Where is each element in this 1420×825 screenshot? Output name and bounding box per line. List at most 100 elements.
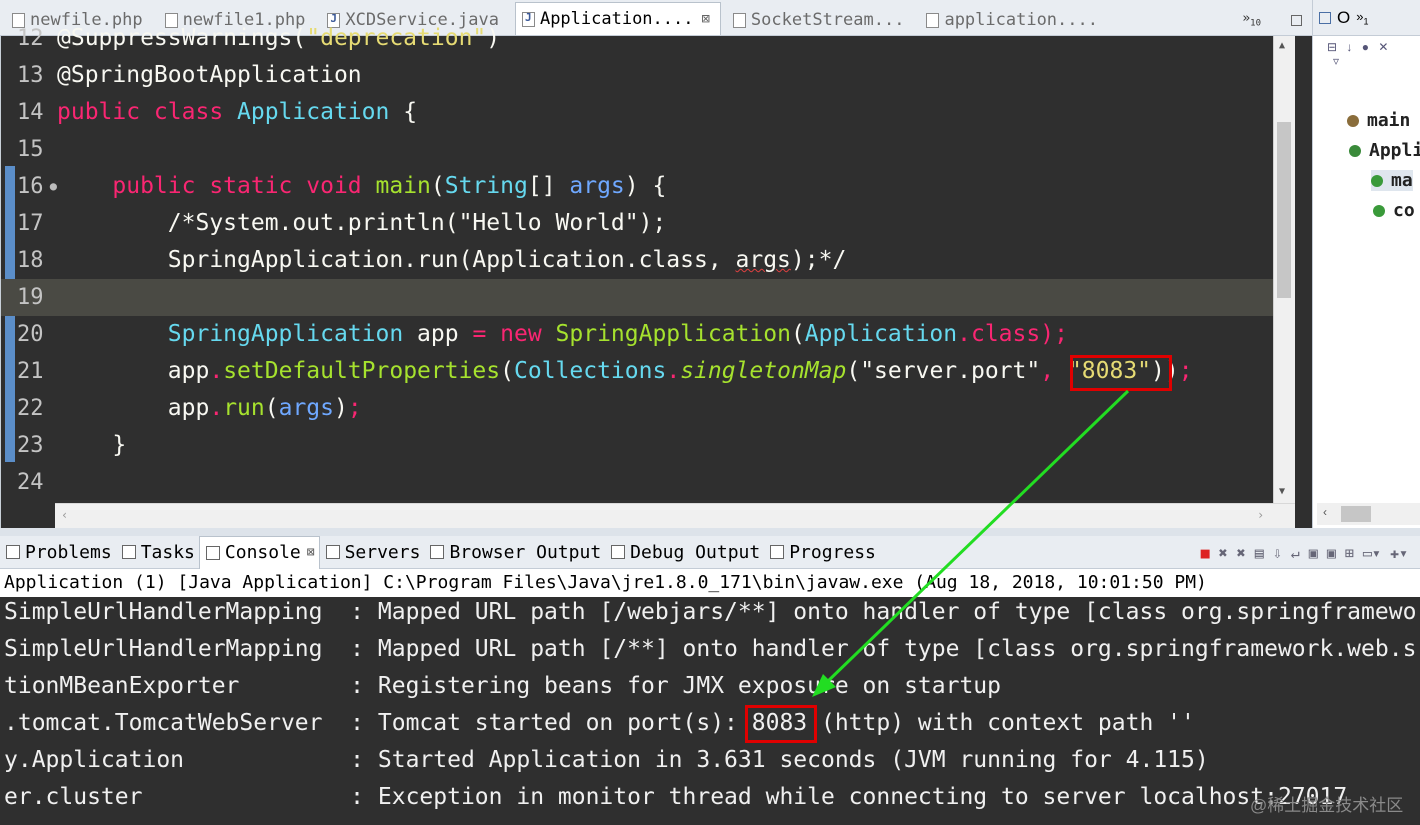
code-area[interactable]: 12 @SuppressWarnings("deprecation") 13 @Spr… bbox=[1, 20, 1273, 501]
code-token: . bbox=[209, 395, 224, 421]
code-line[interactable]: 17 /*System.out.println("Hello World"); bbox=[1, 205, 1273, 242]
view-menu-icon[interactable]: ▿ bbox=[1333, 54, 1339, 68]
outline-toolbar: ⊟ ↓ ● ✕ ▿ bbox=[1327, 40, 1417, 68]
code-line[interactable]: 18 SpringApplication.run(Application.cla… bbox=[1, 242, 1273, 279]
code-line[interactable]: 16 ● public static void main(String[] arg… bbox=[1, 168, 1273, 205]
console-process-header: Application (1) [Java Application] C:\Pr… bbox=[0, 569, 1420, 597]
outline-item-icon bbox=[1349, 145, 1361, 157]
console-view-tab[interactable]: Console ⊠ bbox=[198, 535, 320, 569]
remove-all-icon[interactable]: ✖ bbox=[1237, 544, 1246, 562]
editor-vertical-scrollbar[interactable]: ▲ ▼ bbox=[1273, 36, 1295, 503]
code-token: ( bbox=[430, 173, 445, 199]
open-console-icon[interactable]: ✚▾ bbox=[1390, 544, 1408, 562]
code-line[interactable]: 23 } bbox=[1, 427, 1273, 464]
view-tab-icon bbox=[611, 545, 626, 559]
console-view-tab-label: Servers bbox=[344, 541, 421, 563]
scroll-lock-icon[interactable]: ⇩ bbox=[1273, 544, 1282, 562]
word-wrap-icon[interactable]: ↵ bbox=[1291, 544, 1300, 562]
console-output[interactable]: SimpleUrlHandlerMapping : Mapped URL pat… bbox=[0, 597, 1420, 825]
editor-horizontal-scrollbar[interactable]: ‹ › bbox=[55, 503, 1295, 528]
line-number: 23 bbox=[17, 433, 44, 458]
code-line[interactable]: 14 public class Application { bbox=[1, 94, 1273, 131]
outline-panel: O »1 ⊟ ↓ ● ✕ ▿ main Appli ma co ‹ bbox=[1312, 0, 1420, 528]
code-token: Collections bbox=[514, 358, 667, 384]
scroll-up-icon[interactable]: ▲ bbox=[1279, 40, 1285, 51]
code-token: main bbox=[375, 173, 431, 199]
code-text: app.run(args); bbox=[57, 390, 362, 427]
scroll-thumb[interactable] bbox=[1277, 122, 1291, 298]
show-on-output-icon[interactable]: ▣ bbox=[1309, 544, 1318, 562]
code-token: class bbox=[970, 321, 1041, 347]
code-text: /*System.out.println("Hello World"); bbox=[57, 205, 667, 242]
console-view-tab-label: Progress bbox=[789, 541, 876, 563]
console-view-tab[interactable]: Progress bbox=[764, 536, 880, 569]
line-number: 22 bbox=[17, 396, 44, 421]
outline-overflow[interactable]: »1 bbox=[1356, 9, 1368, 27]
code-editor[interactable]: 12 @SuppressWarnings("deprecation") 13 @Spr… bbox=[0, 25, 1312, 528]
code-token: ( bbox=[500, 358, 514, 384]
show-on-error-icon[interactable]: ▣ bbox=[1327, 544, 1336, 562]
close-view-icon[interactable]: ⊠ bbox=[307, 545, 315, 560]
code-line[interactable]: 12 @SuppressWarnings("deprecation") bbox=[1, 20, 1273, 57]
code-token: ( bbox=[264, 395, 279, 421]
console-line: tionMBeanExporter : Registering beans fo… bbox=[4, 673, 1001, 699]
outline-item[interactable]: ma bbox=[1371, 170, 1413, 191]
console-tab-bar: Problems Tasks Console ⊠ Servers Browser Outp… bbox=[0, 535, 1420, 569]
outline-horizontal-scrollbar[interactable]: ‹ bbox=[1317, 503, 1420, 525]
code-token: app bbox=[57, 358, 210, 384]
outline-item-icon bbox=[1371, 175, 1383, 187]
view-tab-icon bbox=[325, 545, 340, 559]
display-console-icon[interactable]: ▭▾ bbox=[1363, 544, 1381, 562]
clear-console-icon[interactable]: ▤ bbox=[1255, 544, 1264, 562]
outline-item-icon bbox=[1347, 115, 1359, 127]
collapse-all-icon[interactable]: ⊟ bbox=[1327, 40, 1337, 54]
code-line[interactable]: 20 SpringApplication app = new SpringApp… bbox=[1, 316, 1273, 353]
code-token: SpringApplication bbox=[555, 321, 791, 347]
scroll-down-icon[interactable]: ▼ bbox=[1279, 486, 1285, 497]
outline-item[interactable]: main bbox=[1347, 110, 1410, 131]
console-toolbar: ■ ✖ ✖ ▤ ⇩ ↵ ▣ ▣ ⊞ ▭▾ ✚▾ bbox=[1201, 536, 1408, 569]
line-number: 13 bbox=[17, 63, 44, 88]
console-view-tab[interactable]: Browser Output bbox=[424, 536, 605, 569]
outline-scroll-left-icon[interactable]: ‹ bbox=[1323, 505, 1327, 519]
code-token: public static void bbox=[112, 173, 376, 199]
terminate-icon[interactable]: ■ bbox=[1201, 544, 1210, 562]
code-line[interactable]: 19 bbox=[1, 279, 1273, 316]
code-token: . bbox=[209, 358, 224, 384]
outline-tab[interactable]: O »1 bbox=[1313, 0, 1420, 36]
sort-icon[interactable]: ↓ bbox=[1346, 40, 1352, 54]
console-view-tab[interactable]: Debug Output bbox=[605, 536, 764, 569]
code-text: SpringApplication.run(Application.class,… bbox=[57, 242, 847, 279]
code-token: ("server.port" bbox=[846, 358, 1041, 384]
code-line[interactable]: 15 bbox=[1, 131, 1273, 168]
outline-tab-label: O bbox=[1337, 7, 1351, 27]
line-number: 18 bbox=[17, 248, 44, 273]
console-view-tab[interactable]: Servers bbox=[320, 536, 425, 569]
code-line[interactable]: 22 app.run(args); bbox=[1, 390, 1273, 427]
scroll-right-icon[interactable]: › bbox=[1257, 508, 1264, 522]
hide-fields-icon[interactable]: ● bbox=[1362, 40, 1369, 54]
console-view-tab[interactable]: Tasks bbox=[116, 536, 199, 569]
port-highlight-box bbox=[1070, 355, 1172, 391]
code-token: @SuppressWarnings( bbox=[57, 25, 307, 51]
line-number: 20 bbox=[17, 322, 44, 347]
code-token: args bbox=[278, 395, 334, 421]
outline-item[interactable]: Appli bbox=[1349, 140, 1420, 161]
hide-static-icon[interactable]: ✕ bbox=[1378, 40, 1388, 54]
outline-icon bbox=[1319, 11, 1331, 24]
pin-console-icon[interactable]: ⊞ bbox=[1345, 544, 1354, 562]
code-token: ) bbox=[333, 395, 348, 421]
console-view-tab[interactable]: Problems bbox=[0, 536, 116, 569]
code-text: public class Application { bbox=[57, 94, 417, 131]
code-line[interactable]: 13 @SpringBootApplication bbox=[1, 57, 1273, 94]
code-line[interactable]: 24 bbox=[1, 464, 1273, 501]
code-token: app bbox=[57, 395, 210, 421]
code-token: } bbox=[57, 432, 127, 458]
scroll-left-icon[interactable]: ‹ bbox=[61, 508, 68, 522]
outline-scroll-thumb[interactable] bbox=[1341, 506, 1371, 522]
code-token: );*/ bbox=[790, 247, 847, 273]
outline-item[interactable]: co bbox=[1373, 200, 1415, 221]
minimize-icon[interactable] bbox=[1291, 14, 1302, 26]
remove-launch-icon[interactable]: ✖ bbox=[1219, 544, 1228, 562]
console-view-tab-label: Browser Output bbox=[449, 541, 602, 563]
